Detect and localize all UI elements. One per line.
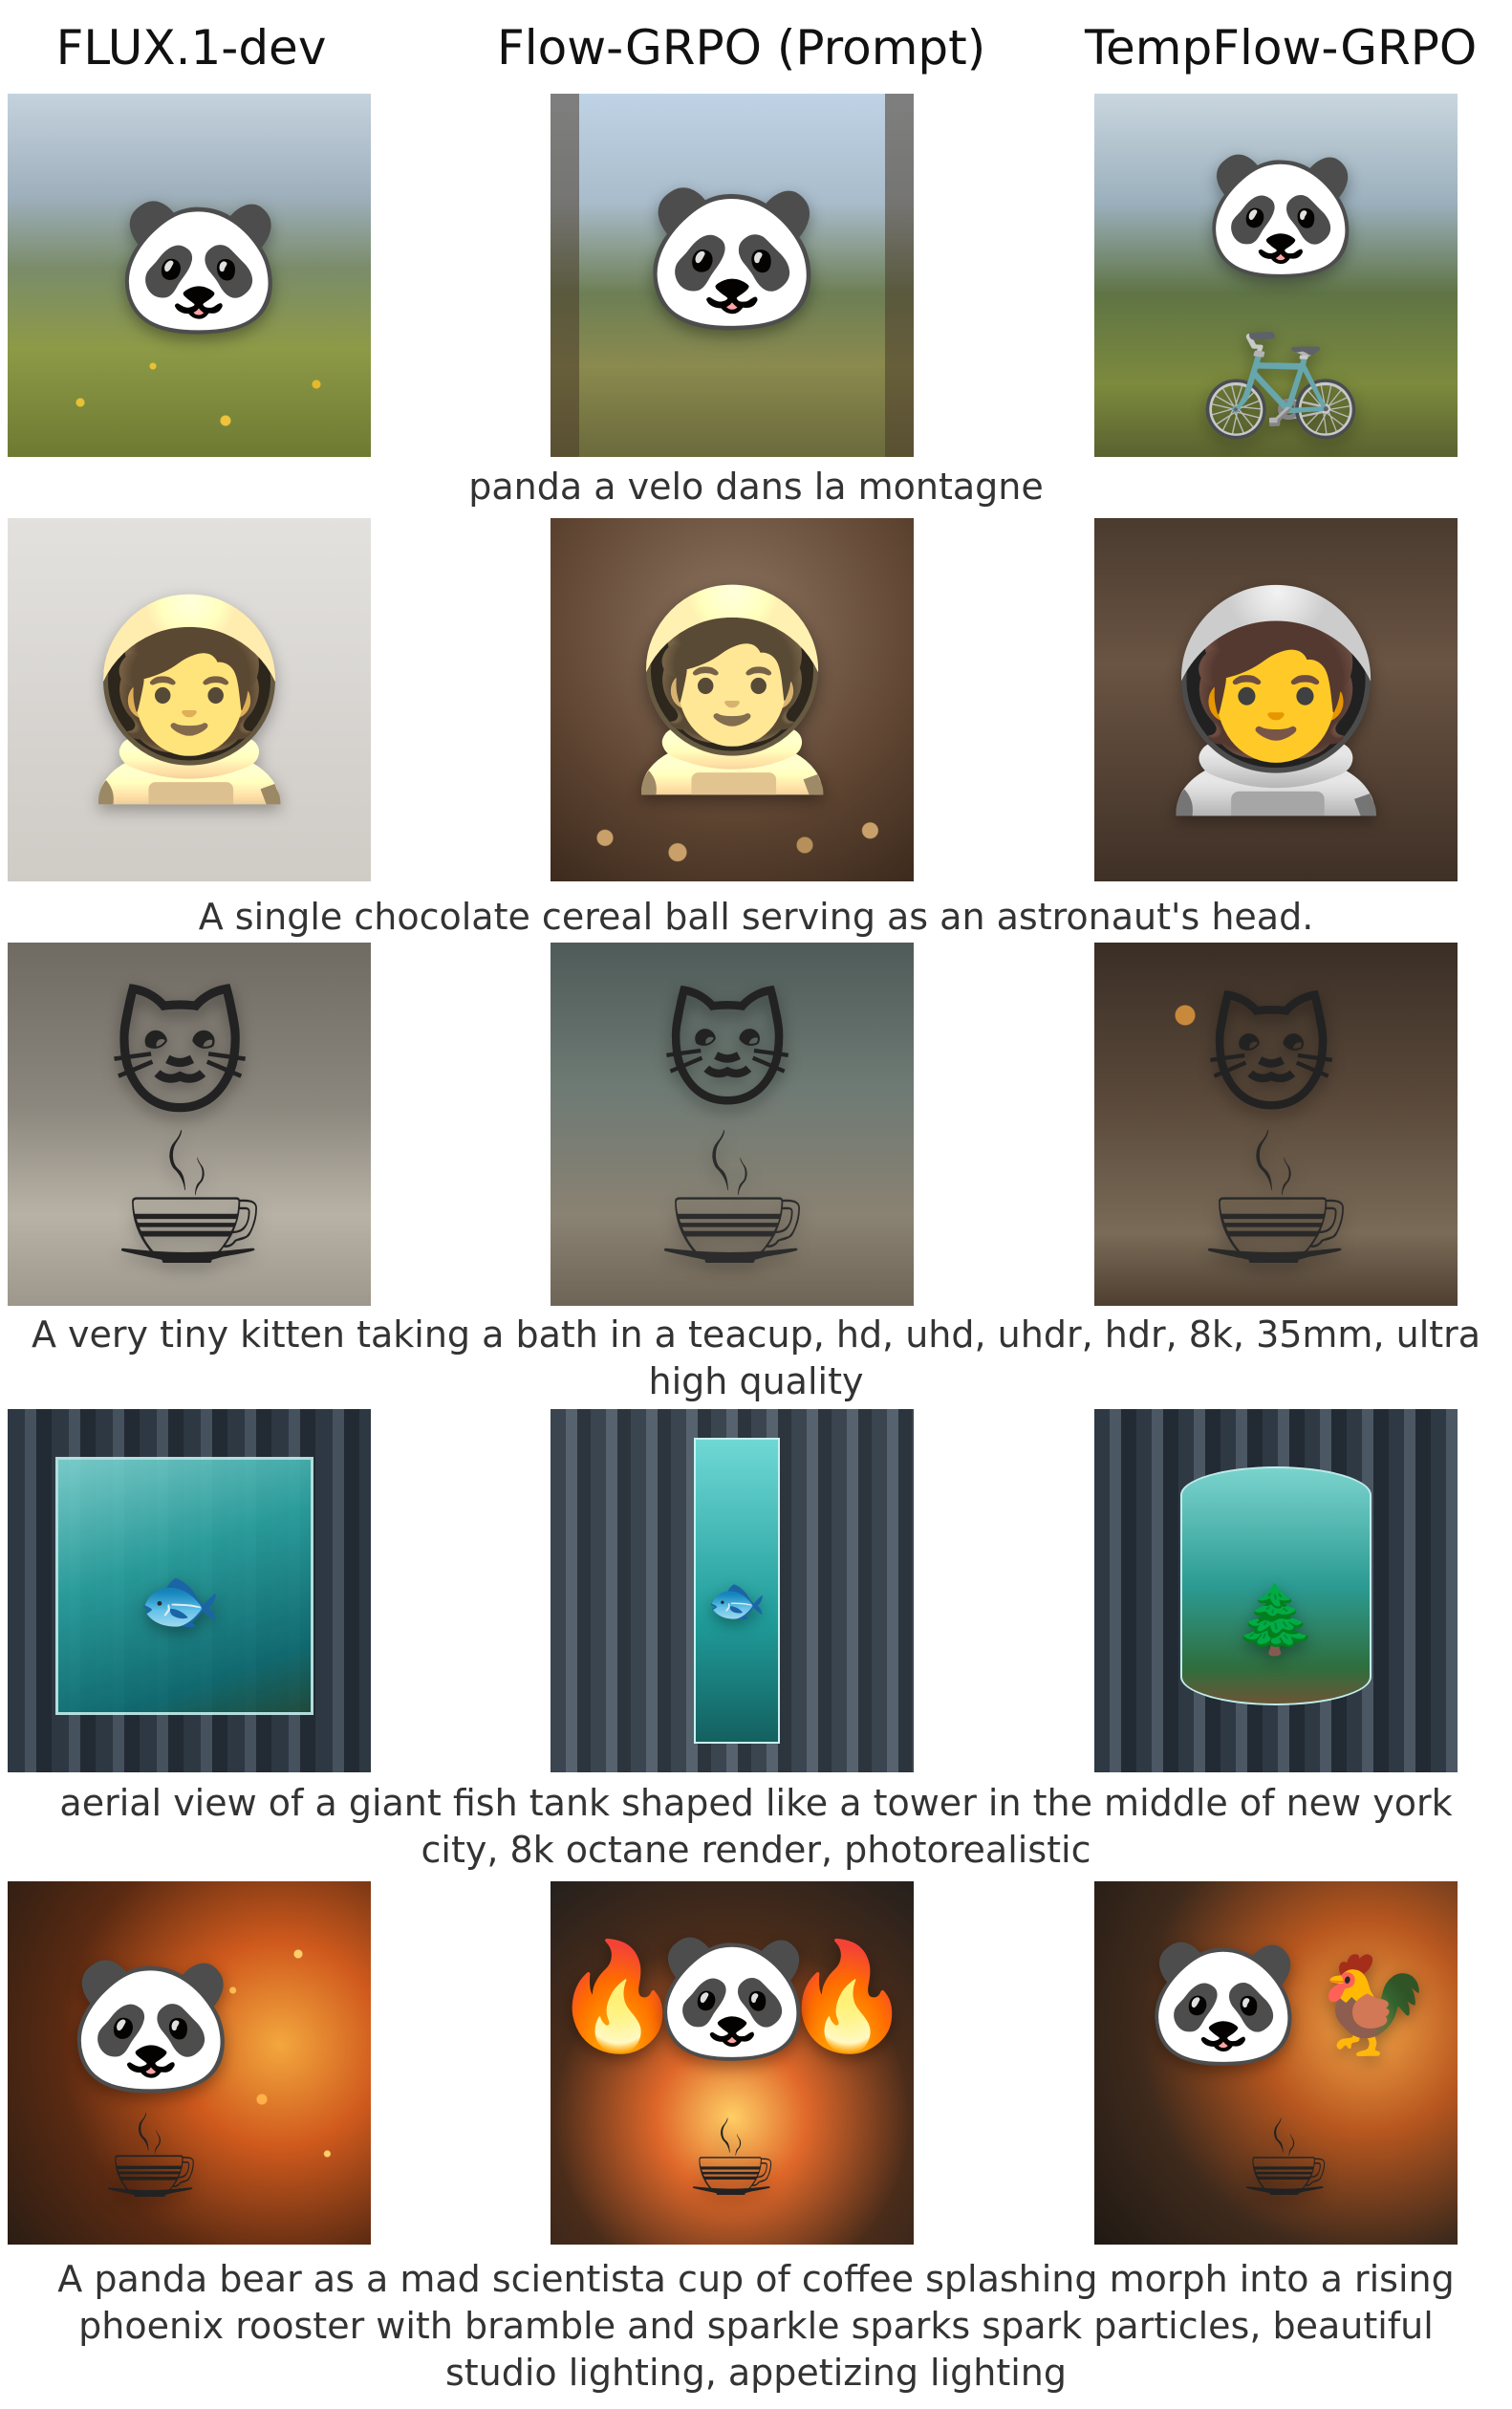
- rooster-icon: 🐓: [1311, 1949, 1432, 2061]
- panda-icon: 🐼: [655, 1923, 810, 2069]
- prompt-row3: A very tiny kitten taking a bath in a te…: [31, 1313, 1481, 1402]
- prompt-row1: panda a velo dans la montagne: [468, 466, 1044, 508]
- column-header-flux: FLUX.1-dev: [55, 20, 327, 76]
- kitten-icon: 🐱: [110, 979, 249, 1135]
- column-header-flow-grpo: Flow-GRPO (Prompt): [497, 20, 986, 76]
- cup-icon: ☕: [1238, 2097, 1333, 2220]
- cup-icon: ☕: [1194, 1095, 1358, 1306]
- fish-icon: 🐟: [706, 1573, 767, 1628]
- prompt-row2: A single chocolate cereal ball serving a…: [198, 896, 1314, 938]
- image-row5-flux: 🐼 ☕: [8, 1881, 371, 2245]
- image-row4-flux: 🐟: [8, 1409, 371, 1772]
- panda-icon: 🐼: [115, 187, 283, 343]
- astronaut-icon: 🧑‍🚀: [70, 588, 309, 811]
- prompt-row5: A panda bear as a mad scientista cup of …: [57, 2258, 1455, 2394]
- image-row3-flow-grpo: ☕ 🐱: [551, 943, 914, 1306]
- cup-icon: ☕: [684, 2097, 780, 2220]
- image-row3-flux: ☕ 🐱: [8, 943, 371, 1306]
- cup-icon: ☕: [650, 1095, 814, 1306]
- column-header-tempflow-grpo: TempFlow-GRPO: [1085, 20, 1478, 76]
- prompt-row4: aerial view of a giant fish tank shaped …: [59, 1782, 1453, 1871]
- bicycle-icon: 🚲: [1197, 288, 1365, 444]
- fish-icon: 🐟: [138, 1561, 222, 1639]
- image-row2-tempflow-grpo: 🧑‍🚀: [1094, 518, 1458, 881]
- image-row3-tempflow-grpo: ☕ 🐱: [1094, 943, 1458, 1306]
- image-row1-tempflow-grpo: 🐼 🚲: [1094, 94, 1458, 457]
- panda-icon: 🐼: [642, 173, 822, 339]
- panda-icon: 🐼: [67, 1946, 235, 2102]
- image-row4-tempflow-grpo: 🌲: [1094, 1409, 1458, 1772]
- astronaut-icon: 🧑‍🚀: [613, 578, 852, 801]
- kitten-icon: 🐱: [1206, 985, 1336, 1130]
- image-row5-tempflow-grpo: 🐼 🐓 ☕: [1094, 1881, 1458, 2245]
- cup-icon: ☕: [99, 2092, 203, 2225]
- image-row1-flow-grpo: 🐼: [551, 94, 914, 457]
- image-row5-flow-grpo: 🔥 🔥 🐼 ☕: [551, 1881, 914, 2245]
- tree-icon: 🌲: [1234, 1580, 1318, 1659]
- astronaut-icon: 🧑‍🚀: [1145, 577, 1407, 822]
- panda-icon: 🐼: [1146, 1928, 1301, 2073]
- kitten-icon: 🐱: [662, 980, 792, 1125]
- image-row1-flux: 🐼: [8, 94, 371, 457]
- image-row4-flow-grpo: 🐟: [551, 1409, 914, 1772]
- image-row2-flux: 🧑‍🚀: [8, 518, 371, 881]
- panda-icon: 🐼: [1203, 141, 1358, 286]
- image-row2-flow-grpo: 🧑‍🚀: [551, 518, 914, 881]
